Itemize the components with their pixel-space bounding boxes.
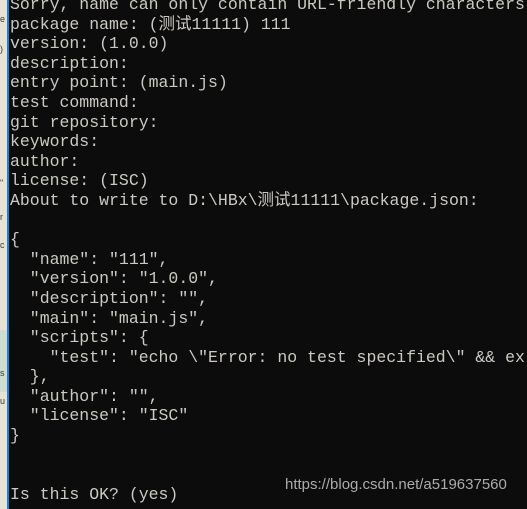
csdn-watermark: https://blog.csdn.net/a519637560 bbox=[285, 476, 507, 493]
text-cursor bbox=[12, 495, 21, 509]
console-output[interactable]: Sorry, name can only contain URL-friendl… bbox=[10, 0, 525, 504]
screenshot-root: e ) " r c s u Sorry, name can only conta… bbox=[0, 0, 527, 509]
command-prompt-window[interactable]: Sorry, name can only contain URL-friendl… bbox=[7, 0, 527, 509]
